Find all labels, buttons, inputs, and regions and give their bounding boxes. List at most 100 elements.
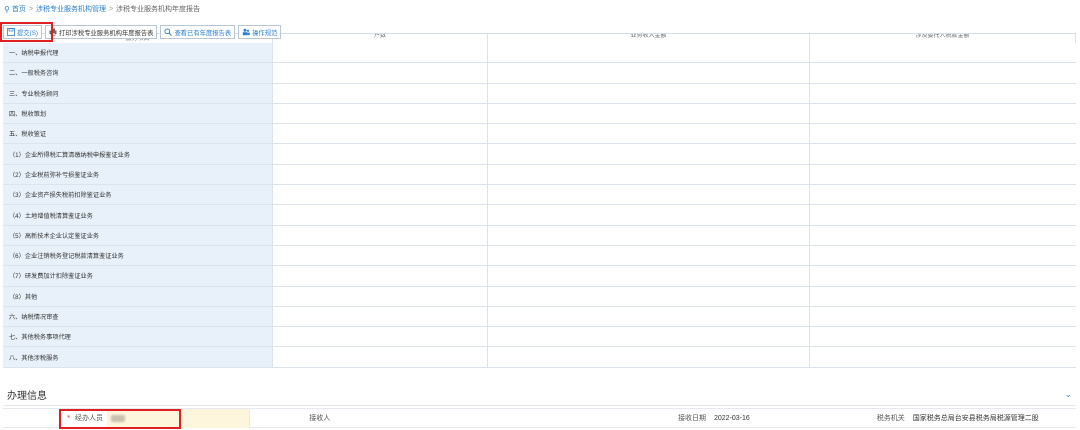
count-input[interactable] <box>273 306 488 327</box>
header-tax-amount: 涉及委托人税款金额 <box>810 34 1076 43</box>
chevron-down-icon[interactable]: ⌄ <box>1064 389 1076 400</box>
count-input[interactable] <box>273 286 488 306</box>
count-input[interactable] <box>273 225 488 245</box>
service-item-label: 七、其他税务事项代理 <box>3 327 273 347</box>
revenue-input[interactable] <box>488 347 810 367</box>
table-row: （1）企业所得税汇算清缴纳税申报鉴证业务 <box>3 144 1076 165</box>
table-row: （6）企业注销税务登记税款清算鉴证业务 <box>3 245 1076 267</box>
tax-amount-input[interactable] <box>810 347 1076 366</box>
service-item-label: 二、一般税务咨询 <box>3 63 273 83</box>
revenue-input[interactable] <box>488 185 810 205</box>
service-item-label: 八、其他涉税服务 <box>3 347 273 367</box>
count-input[interactable] <box>273 63 488 83</box>
table-row: （5）高新技术企业认定鉴证业务 <box>3 225 1076 246</box>
revenue-input[interactable] <box>488 63 810 83</box>
revenue-input[interactable] <box>488 225 810 245</box>
count-input[interactable] <box>273 347 488 367</box>
header-revenue: 业务收入金额 <box>488 34 810 43</box>
revenue-input[interactable] <box>488 43 810 63</box>
table-row: （4）土地增值税清算鉴证业务 <box>3 205 1076 226</box>
revenue-input[interactable] <box>488 205 810 225</box>
service-item-label: 四、税收策划 <box>3 103 273 124</box>
tax-amount-input[interactable] <box>810 205 1076 224</box>
print-button[interactable]: 打印涉税专业服务机构年度报告表 <box>45 25 158 39</box>
tax-amount-input[interactable] <box>810 266 1076 285</box>
tax-amount-input[interactable] <box>810 144 1076 163</box>
revenue-input[interactable] <box>488 144 810 164</box>
service-item-label: （4）土地增值税清算鉴证业务 <box>3 205 273 225</box>
receive-date-value[interactable]: 2022-03-16 <box>710 409 833 428</box>
count-input[interactable] <box>273 185 488 205</box>
location-pin-icon: ⚲ <box>4 4 10 14</box>
tax-amount-input[interactable] <box>810 124 1076 143</box>
revenue-input[interactable] <box>488 164 810 185</box>
count-input[interactable] <box>273 266 488 286</box>
tax-amount-input[interactable] <box>810 185 1076 204</box>
service-item-label: （5）高新技术企业认定鉴证业务 <box>3 225 273 245</box>
guide-button[interactable]: 操作规范 <box>238 25 282 39</box>
tax-amount-input[interactable] <box>810 43 1076 62</box>
table-row: 八、其他涉税服务 <box>3 347 1076 368</box>
table-row: 四、税收策划 <box>3 103 1076 125</box>
tax-amount-input[interactable] <box>810 307 1076 326</box>
count-input[interactable] <box>273 245 488 266</box>
table-row: （8）其他 <box>3 286 1076 307</box>
table-row: 七、其他税务事项代理 <box>3 327 1076 348</box>
breadcrumb-separator: > <box>108 5 114 13</box>
view-reports-button[interactable]: 查看已有年度报告表 <box>160 25 236 39</box>
processing-info-section[interactable]: 办理信息 ⌄ <box>3 384 1076 406</box>
service-table: 服务项目 户数 业务收入金额 涉及委托人税款金额 一、纳税申报代理二、一般税务咨… <box>3 33 1076 368</box>
revenue-input[interactable] <box>488 124 810 144</box>
service-item-label: 五、税收鉴证 <box>3 124 273 144</box>
guide-label: 操作规范 <box>252 29 278 37</box>
revenue-input[interactable] <box>488 103 810 124</box>
service-item-label: 一、纳税申报代理 <box>3 43 273 63</box>
users-icon <box>242 28 250 36</box>
table-row: （7）研发费加计扣除鉴证业务 <box>3 266 1076 287</box>
tax-amount-input[interactable] <box>810 226 1076 245</box>
breadcrumb-level1[interactable]: 涉税专业服务机构管理 <box>36 4 106 14</box>
table-row: （3）企业资产损失税前扣除鉴证业务 <box>3 185 1076 206</box>
tax-amount-input[interactable] <box>810 63 1076 82</box>
table-row: 三、专业税务顾问 <box>3 83 1076 104</box>
tax-amount-input[interactable] <box>810 287 1076 306</box>
tax-authority-label: 税务机关 <box>876 415 905 422</box>
tax-authority-value[interactable]: 国家税务总局台安县税务局税源管理二股 <box>909 409 1076 428</box>
count-input[interactable] <box>273 43 488 63</box>
service-item-label: （2）企业税前弥补亏损鉴证业务 <box>3 164 273 185</box>
revenue-input[interactable] <box>488 245 810 266</box>
revenue-input[interactable] <box>488 286 810 306</box>
revenue-input[interactable] <box>488 83 810 103</box>
table-row: 二、一般税务咨询 <box>3 63 1076 84</box>
revenue-input[interactable] <box>488 327 810 347</box>
revenue-input[interactable] <box>488 306 810 327</box>
tax-amount-input[interactable] <box>810 246 1076 265</box>
tax-amount-input[interactable] <box>810 84 1076 103</box>
receiver-field[interactable] <box>334 409 518 428</box>
table-row: 六、纳税情况审查 <box>3 306 1076 328</box>
breadcrumb-separator: > <box>28 5 33 13</box>
service-item-label: （1）企业所得税汇算清缴纳税申报鉴证业务 <box>3 144 273 164</box>
service-item-label: （6）企业注销税务登记税款清算鉴证业务 <box>3 245 273 266</box>
count-input[interactable] <box>273 164 488 185</box>
tax-amount-input[interactable] <box>810 165 1076 184</box>
submit-highlight <box>0 22 53 42</box>
revenue-input[interactable] <box>488 266 810 286</box>
toolbar: 提交(S) 打印涉税专业服务机构年度报告表 查看已有年度报告表 操作规范 <box>0 22 282 42</box>
handler-highlight <box>59 409 181 429</box>
service-item-label: （8）其他 <box>3 286 273 306</box>
tax-amount-input[interactable] <box>810 104 1076 123</box>
count-input[interactable] <box>273 327 488 347</box>
submit-button[interactable]: 提交(S) <box>0 22 53 42</box>
count-input[interactable] <box>273 83 488 103</box>
service-item-label: 六、纳税情况审查 <box>3 306 273 327</box>
count-input[interactable] <box>273 124 488 144</box>
count-input[interactable] <box>273 144 488 164</box>
count-input[interactable] <box>273 103 488 124</box>
tax-amount-input[interactable] <box>810 327 1076 346</box>
section-title: 办理信息 <box>7 391 47 402</box>
table-row: （2）企业税前弥补亏损鉴证业务 <box>3 164 1076 186</box>
header-count: 户数 <box>273 34 488 43</box>
count-input[interactable] <box>273 205 488 225</box>
breadcrumb-home[interactable]: 首页 <box>12 4 26 14</box>
